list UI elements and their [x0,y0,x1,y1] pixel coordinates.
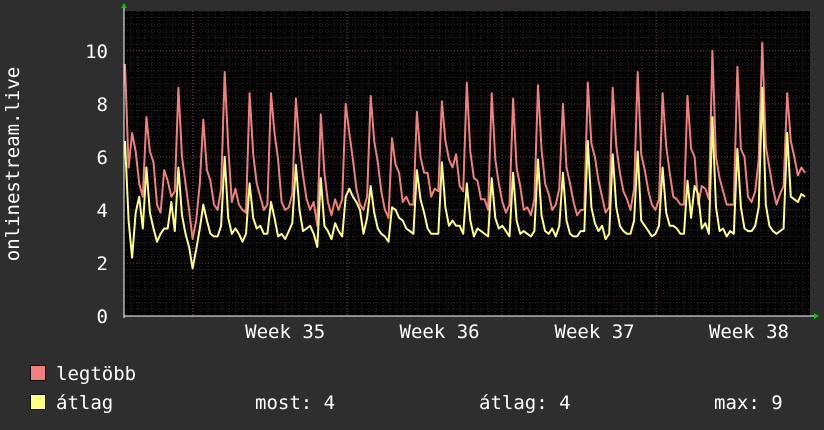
stat-max: max: 9 [714,392,783,414]
legend-item-legtobb: legtöbb [30,363,136,385]
x-tick-label: Week 35 [245,321,325,343]
y-tick-label: 8 [97,94,108,116]
x-tick-label: Week 38 [709,321,789,343]
y-tick-label: 6 [97,147,108,169]
y-tick-label: 10 [85,41,108,63]
stat-atlag: átlag: 4 [479,392,571,414]
x-axis-arrow-icon [814,313,819,319]
chart-stage: 0 2 4 6 8 10 Week 35 Week 36 Week 37 Week 38 onli… [0,0,824,430]
legend-swatch-atlag [30,394,46,410]
stat-most: most: 4 [255,392,336,414]
legend-swatch-legtobb [30,365,46,381]
legend-label-legtobb: legtöbb [56,363,137,385]
x-tick-label: Week 37 [555,321,635,343]
legend-item-atlag: átlag [30,392,113,414]
y-tick-label: 2 [97,253,108,275]
x-tick-label: Week 36 [400,321,480,343]
y-tick-label: 0 [97,306,108,328]
y-axis-arrow-icon [121,3,127,8]
y-axis-title: onlinestream.live [2,67,24,261]
legend-label-atlag: átlag [56,392,114,414]
y-tick-label: 4 [97,200,108,222]
